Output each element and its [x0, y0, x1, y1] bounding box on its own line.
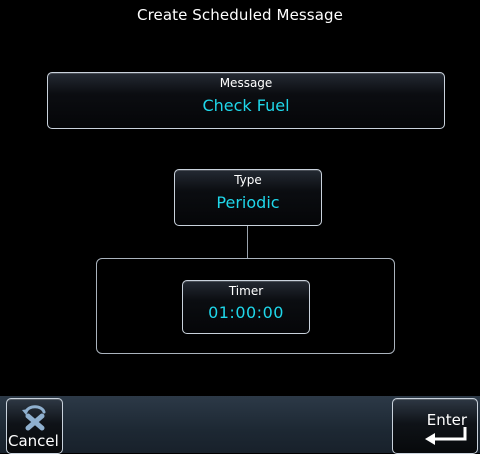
page-title: Create Scheduled Message: [137, 6, 343, 24]
timer-button[interactable]: Timer 01:00:00: [182, 280, 310, 334]
type-connector-line: [247, 226, 248, 259]
type-button[interactable]: Type Periodic: [174, 169, 322, 226]
timer-label: Timer: [228, 284, 264, 298]
type-value: Periodic: [216, 193, 280, 212]
timer-value: 01:00:00: [208, 303, 284, 322]
enter-arrow-icon: [425, 427, 467, 445]
message-label: Message: [219, 76, 273, 90]
cancel-icon: [22, 405, 46, 431]
enter-button[interactable]: Enter: [392, 398, 478, 454]
type-label: Type: [234, 173, 262, 187]
message-value: Check Fuel: [202, 96, 290, 115]
message-button[interactable]: Message Check Fuel: [47, 72, 445, 129]
cancel-label: Cancel: [8, 432, 59, 450]
cancel-button[interactable]: Cancel: [6, 398, 63, 454]
